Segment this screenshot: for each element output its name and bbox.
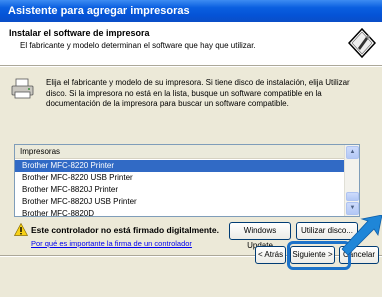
- unsigned-driver-warning: Este controlador no está firmado digital…: [31, 225, 219, 235]
- printer-listbox[interactable]: Impresoras Brother MFC-8220 Printer Brot…: [14, 144, 360, 217]
- printer-icon: [11, 78, 34, 99]
- list-item-label: Brother MFC-8220 USB Printer: [22, 173, 133, 182]
- wizard-header: Instalar el software de impresora El fab…: [0, 22, 382, 66]
- window-titlebar: Asistente para agregar impresoras: [0, 0, 382, 22]
- list-scrollbar[interactable]: ▲ ▼: [344, 145, 359, 216]
- list-item[interactable]: Brother MFC-8820J USB Printer: [15, 196, 345, 208]
- list-item[interactable]: Brother MFC-8820J Printer: [15, 184, 345, 196]
- warning-icon: [14, 223, 28, 236]
- driver-signing-link[interactable]: Por qué es importante la firma de un con…: [31, 239, 192, 248]
- header-subtitle: El fabricante y modelo determinan el sof…: [20, 41, 256, 50]
- scroll-down-icon[interactable]: ▼: [346, 202, 359, 215]
- back-button[interactable]: < Atrás: [255, 246, 286, 264]
- scroll-thumb[interactable]: [346, 192, 359, 201]
- windows-update-button[interactable]: Windows Update: [229, 222, 291, 250]
- list-items: Brother MFC-8220 Printer Brother MFC-822…: [15, 160, 345, 217]
- list-item[interactable]: Brother MFC-8220 USB Printer: [15, 172, 345, 184]
- list-item-label: Brother MFC-8220 Printer: [22, 161, 115, 170]
- list-item[interactable]: Brother MFC-8220 Printer: [15, 160, 345, 172]
- instructions-text: Elija el fabricante y modelo de su impre…: [46, 78, 350, 108]
- list-item[interactable]: Brother MFC-8820D: [15, 208, 345, 217]
- window-title: Asistente para agregar impresoras: [8, 5, 190, 17]
- list-header-label: Impresoras: [20, 147, 61, 156]
- list-column-header[interactable]: Impresoras: [15, 145, 359, 159]
- list-item-label: Brother MFC-8820D: [22, 209, 95, 217]
- wizard-body: Elija el fabricante y modelo de su impre…: [0, 67, 382, 297]
- wizard-diamond-icon: [348, 28, 376, 58]
- list-item-label: Brother MFC-8820J Printer: [22, 185, 119, 194]
- scroll-up-icon[interactable]: ▲: [346, 146, 359, 159]
- list-item-label: Brother MFC-8820J USB Printer: [22, 197, 137, 206]
- pointer-arrow-icon: [341, 215, 382, 255]
- header-title: Instalar el software de impresora: [9, 28, 150, 38]
